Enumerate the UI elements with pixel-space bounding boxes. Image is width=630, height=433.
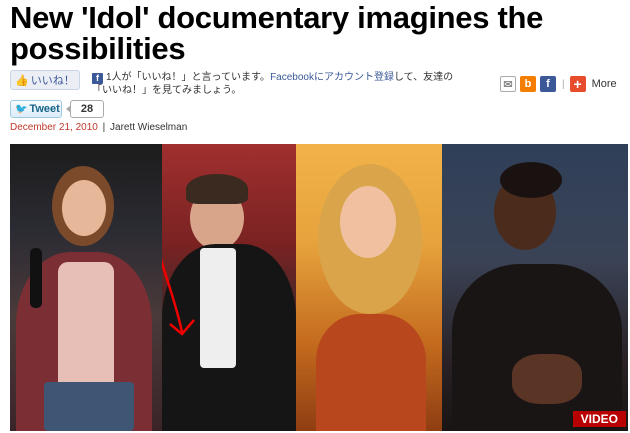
hand-shape <box>512 354 582 404</box>
microphone-shape <box>30 248 42 308</box>
facebook-like-text: f 1人が「いいね！」と言っています。Facebookにアカウント登録して、友達の… <box>92 71 472 97</box>
article-date: December 21, 2010 <box>10 122 98 133</box>
blogger-icon[interactable]: b <box>520 76 536 92</box>
face-shape <box>62 180 106 236</box>
facebook-small-icon: f <box>92 73 103 84</box>
byline: December 21, 2010 | Jarett Wieselman <box>10 122 187 133</box>
hair-shape-4 <box>500 162 562 198</box>
share-toolbar: ✉ b f | + More <box>500 76 617 92</box>
photo-panel-carrie <box>296 144 442 431</box>
byline-divider: | <box>102 122 106 133</box>
tweet-button-label: Tweet <box>29 103 60 115</box>
like-count-text: 1人が「いいね！」と言っています。 <box>106 72 271 83</box>
article-photo[interactable]: VIDEO <box>10 144 628 431</box>
share-divider: | <box>562 78 565 90</box>
tweet-count[interactable]: 28 <box>66 100 104 118</box>
facebook-like-button[interactable]: 👍 いいね！ <box>10 70 80 90</box>
photo-panel-kelly <box>10 144 162 431</box>
red-arrow-annotation <box>162 258 195 336</box>
dress-shape-4 <box>452 264 622 431</box>
tweet-button[interactable]: 🐦 Tweet <box>10 100 62 118</box>
hair-shape-2 <box>186 174 248 204</box>
face-shape-3 <box>340 186 396 258</box>
video-badge[interactable]: VIDEO <box>572 411 626 427</box>
photo-panel-fantasia: VIDEO <box>442 144 628 431</box>
mail-icon[interactable]: ✉ <box>500 76 516 92</box>
article-author[interactable]: Jarett Wieselman <box>110 122 187 133</box>
photo-panel-david <box>162 144 296 431</box>
dress-shape <box>316 314 426 431</box>
article-headline: New 'Idol' documentary imagines the poss… <box>10 0 544 66</box>
jeans-shape <box>44 382 134 431</box>
thumbs-up-icon: 👍 <box>15 74 29 87</box>
like-button-label: いいね！ <box>30 75 75 87</box>
facebook-icon[interactable]: f <box>540 76 556 92</box>
facebook-signup-link[interactable]: Facebookにアカウント登録 <box>270 72 394 83</box>
plus-icon[interactable]: + <box>569 76 586 92</box>
twitter-bird-icon: 🐦 <box>15 103 28 115</box>
more-share-link[interactable]: More <box>592 78 617 90</box>
